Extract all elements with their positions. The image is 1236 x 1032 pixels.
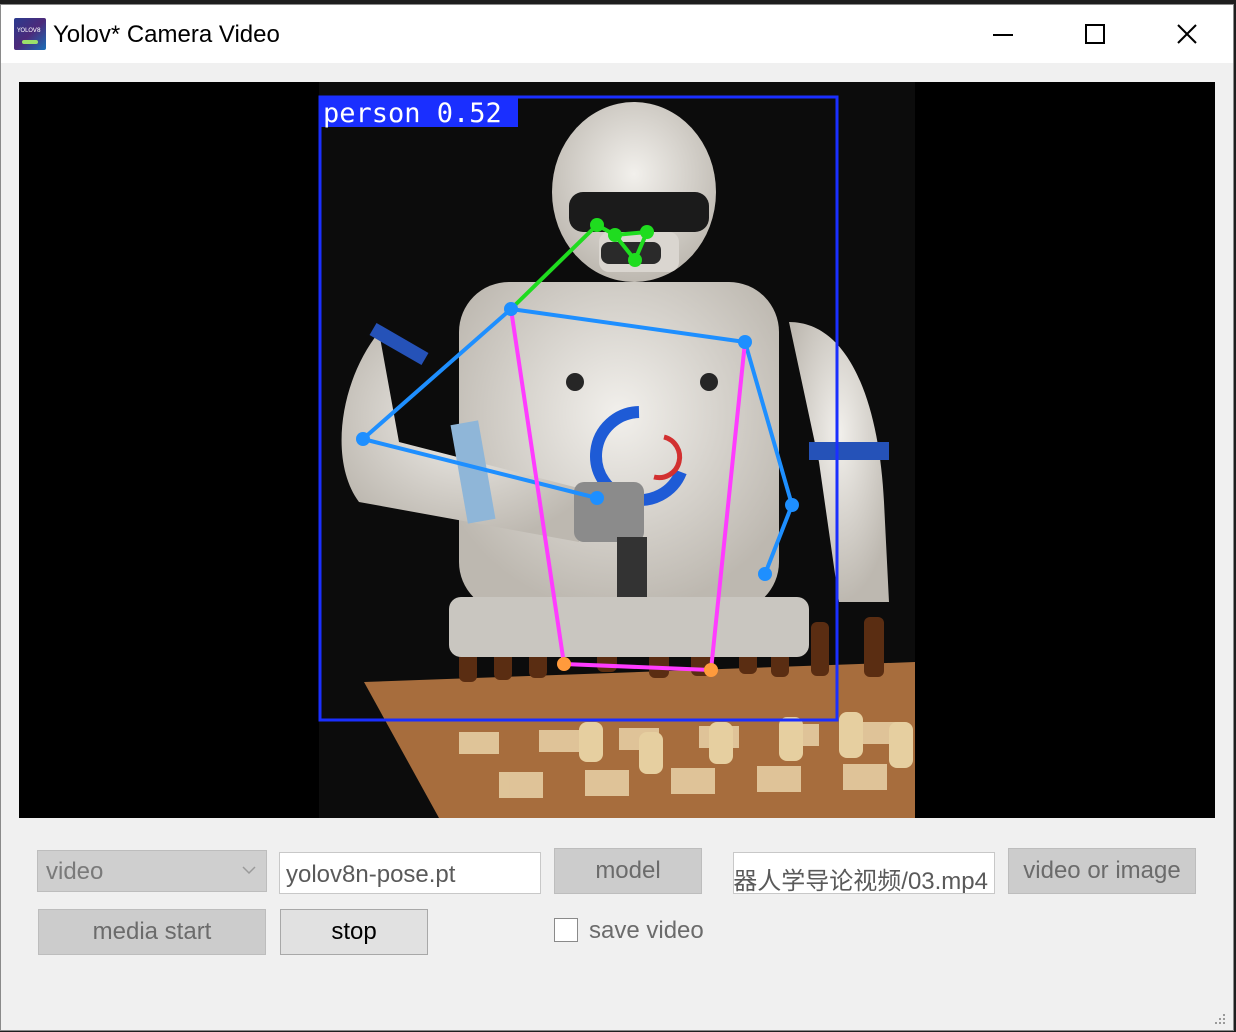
- model-button[interactable]: model: [554, 848, 702, 894]
- media-path-input[interactable]: 机器人学导论视频/03.mp4: [733, 852, 995, 894]
- close-button[interactable]: [1141, 5, 1233, 63]
- app-icon-text: YOLOV8: [17, 27, 41, 34]
- video-display: person 0.52: [19, 82, 1215, 818]
- app-window: YOLOV8 Yolov* Camera Video person 0.52 v…: [0, 4, 1234, 1031]
- model-path-input[interactable]: yolov8n-pose.pt: [279, 852, 541, 894]
- chevron-down-icon: [242, 866, 256, 875]
- window-title: Yolov* Camera Video: [53, 21, 280, 48]
- source-select[interactable]: video: [37, 850, 267, 892]
- save-video-label: save video: [589, 917, 704, 944]
- resize-grip-icon[interactable]: [1211, 1010, 1227, 1026]
- video-frame: person 0.52: [318, 82, 915, 818]
- minimize-icon: [993, 34, 1013, 36]
- source-select-value: video: [46, 858, 104, 885]
- model-path-value: yolov8n-pose.pt: [286, 861, 456, 888]
- app-icon: YOLOV8: [14, 18, 46, 50]
- detection-label: person 0.52: [323, 98, 502, 129]
- save-video-checkbox[interactable]: [554, 918, 578, 942]
- video-or-image-button[interactable]: video or image: [1008, 848, 1196, 894]
- maximize-icon: [1085, 24, 1105, 44]
- media-start-button[interactable]: media start: [38, 909, 266, 955]
- close-icon: [1177, 24, 1197, 44]
- minimize-button[interactable]: [957, 5, 1049, 63]
- maximize-button[interactable]: [1049, 5, 1141, 63]
- media-path-value: 机器人学导论视频/03.mp4: [733, 868, 988, 894]
- title-bar[interactable]: YOLOV8 Yolov* Camera Video: [1, 5, 1233, 63]
- stop-button[interactable]: stop: [280, 909, 428, 955]
